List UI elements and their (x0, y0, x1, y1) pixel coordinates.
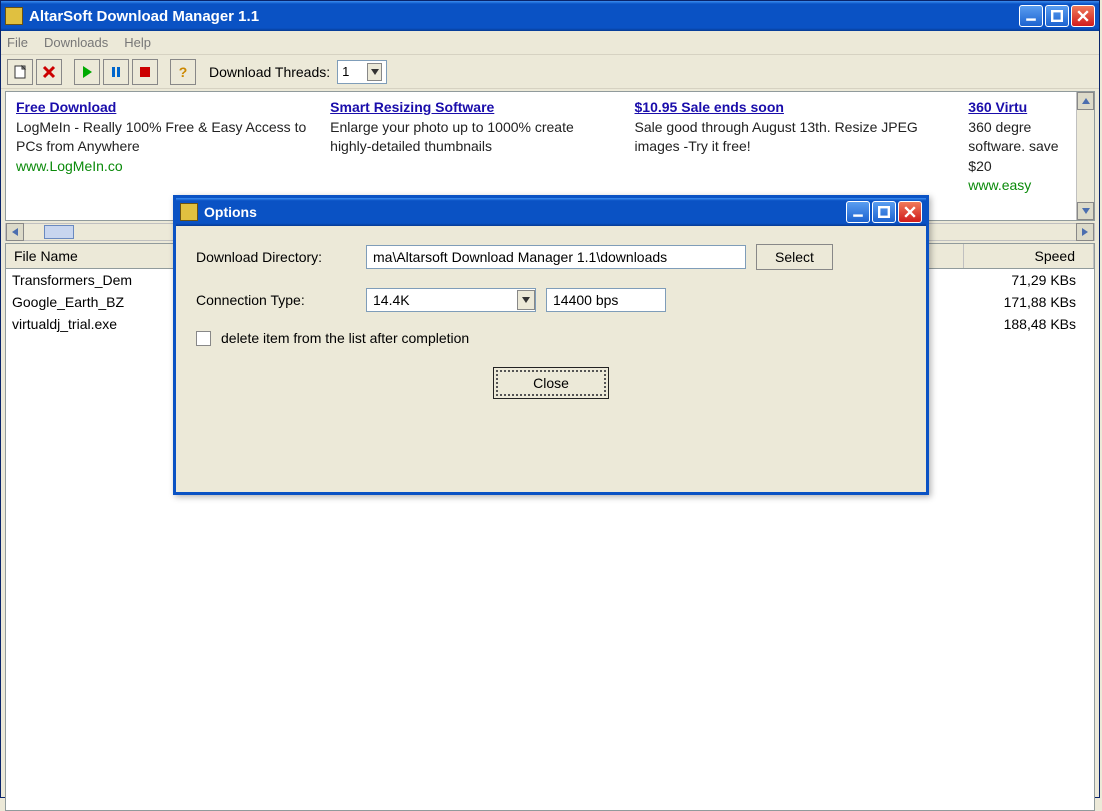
menu-file[interactable]: File (7, 35, 28, 50)
ad-desc: Enlarge your photo up to 1000% create hi… (330, 119, 574, 155)
ad-link[interactable]: Smart Resizing Software (330, 99, 494, 115)
chevron-down-icon (367, 63, 382, 81)
connection-type-value: 14.4K (373, 292, 410, 308)
download-directory-input[interactable]: ma\Altarsoft Download Manager 1.1\downlo… (366, 245, 746, 269)
ad-link[interactable]: Free Download (16, 99, 116, 115)
cell-speed: 188,48 KBs (964, 316, 1094, 332)
connection-type-label: Connection Type: (196, 292, 356, 308)
ad-desc: Sale good through August 13th. Resize JP… (635, 119, 918, 155)
column-speed[interactable]: Speed (964, 244, 1094, 268)
window-title: AltarSoft Download Manager 1.1 (29, 8, 1019, 25)
app-icon (5, 7, 23, 25)
options-dialog: Options Download Directory: ma\Altarsoft… (173, 195, 929, 495)
delete-after-completion-checkbox[interactable] (196, 331, 211, 346)
ad-url: www.LogMeIn.co (16, 158, 123, 174)
threads-select[interactable]: 1 (337, 60, 387, 84)
maximize-button[interactable] (1045, 5, 1069, 27)
pause-button[interactable] (103, 59, 129, 85)
ad-link[interactable]: 360 Virtu (968, 99, 1027, 115)
download-directory-label: Download Directory: (196, 249, 356, 265)
stop-button[interactable] (132, 59, 158, 85)
dialog-titlebar: Options (176, 198, 926, 226)
select-directory-button[interactable]: Select (756, 244, 833, 270)
menu-help[interactable]: Help (124, 35, 151, 50)
start-button[interactable] (74, 59, 100, 85)
menu-downloads[interactable]: Downloads (44, 35, 108, 50)
threads-label: Download Threads: (209, 64, 330, 80)
delete-after-completion-label: delete item from the list after completi… (221, 330, 469, 346)
main-titlebar: AltarSoft Download Manager 1.1 (1, 1, 1099, 31)
menubar: File Downloads Help (1, 31, 1099, 55)
ad-url: www.easy (968, 177, 1031, 193)
cell-speed: 71,29 KBs (964, 272, 1094, 288)
main-window: AltarSoft Download Manager 1.1 File Down… (0, 0, 1100, 798)
connection-type-select[interactable]: 14.4K (366, 288, 536, 312)
bps-input[interactable]: 14400 bps (546, 288, 666, 312)
dialog-minimize-button[interactable] (846, 201, 870, 223)
ad-item: 360 Virtu 360 degre software. save $20 w… (958, 92, 1076, 220)
scroll-right-button[interactable] (1076, 223, 1094, 241)
minimize-button[interactable] (1019, 5, 1043, 27)
close-window-button[interactable] (1071, 5, 1095, 27)
cell-speed: 171,88 KBs (964, 294, 1094, 310)
ad-desc: 360 degre software. save $20 (968, 119, 1058, 174)
scroll-left-button[interactable] (6, 223, 24, 241)
ad-link[interactable]: $10.95 Sale ends soon (635, 99, 784, 115)
dialog-maximize-button[interactable] (872, 201, 896, 223)
help-button[interactable]: ? (170, 59, 196, 85)
toolbar: ? Download Threads: 1 (1, 55, 1099, 89)
delete-download-button[interactable] (36, 59, 62, 85)
scroll-thumb[interactable] (44, 225, 74, 239)
new-download-button[interactable] (7, 59, 33, 85)
scroll-down-button[interactable] (1077, 202, 1094, 220)
scroll-up-button[interactable] (1077, 92, 1094, 110)
dialog-close-ok-button[interactable]: Close (496, 370, 606, 396)
app-icon (180, 203, 198, 221)
ads-vertical-scrollbar[interactable] (1076, 92, 1094, 220)
dialog-title: Options (204, 204, 846, 220)
threads-value: 1 (342, 64, 349, 79)
ad-desc: LogMeIn - Really 100% Free & Easy Access… (16, 119, 306, 155)
svg-text:?: ? (179, 64, 188, 80)
chevron-down-icon (517, 290, 535, 310)
dialog-close-button[interactable] (898, 201, 922, 223)
